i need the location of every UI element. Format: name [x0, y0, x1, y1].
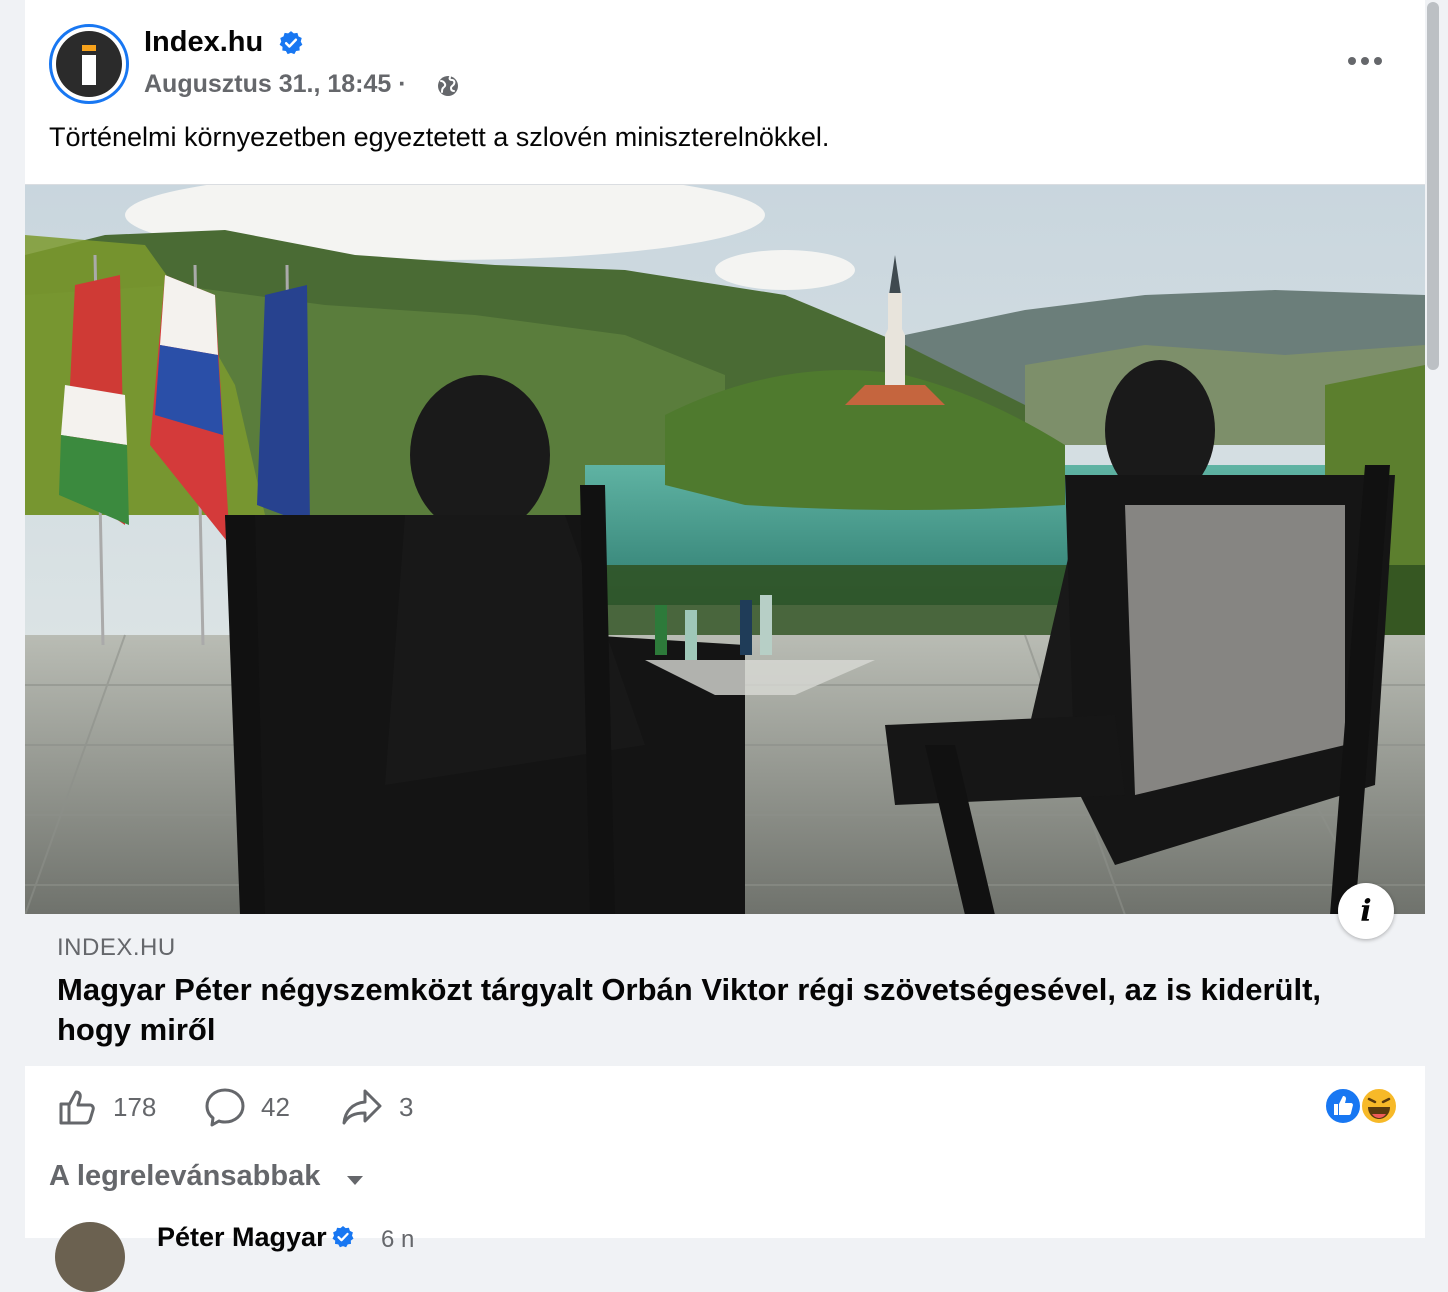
- link-title[interactable]: Magyar Péter négyszemközt tárgyalt Orbán…: [57, 970, 1337, 1050]
- verified-badge-icon: [279, 31, 303, 55]
- more-options-icon[interactable]: [1347, 54, 1383, 68]
- thumbs-up-icon: [59, 1090, 95, 1125]
- chevron-down-icon[interactable]: [345, 1174, 365, 1186]
- comment-sort-dropdown[interactable]: A legrelevánsabbak: [49, 1160, 320, 1193]
- post-card: Index.hu Augusztus 31., 18:45 · Történel…: [25, 0, 1439, 1292]
- timestamp-text[interactable]: Augusztus 31., 18:45: [144, 70, 391, 98]
- post-photo[interactable]: [25, 184, 1425, 915]
- comment-count: 42: [261, 1091, 290, 1122]
- scrollbar[interactable]: [1424, 0, 1442, 380]
- lake-bled-photo: [25, 185, 1425, 915]
- comment-button[interactable]: 42: [205, 1086, 290, 1128]
- globe-icon: [438, 76, 458, 96]
- share-arrow-icon: [342, 1089, 382, 1125]
- info-button[interactable]: i: [1338, 883, 1394, 939]
- post-timestamp[interactable]: Augusztus 31., 18:45 ·: [144, 70, 407, 99]
- comment-bubble-icon: [205, 1088, 245, 1127]
- like-button[interactable]: 178: [57, 1086, 156, 1128]
- like-count: 178: [113, 1091, 157, 1122]
- haha-reaction-icon: [1360, 1087, 1398, 1125]
- post-message: Történelmi környezetben egyeztetett a sz…: [49, 122, 830, 152]
- comment-timestamp[interactable]: 6 n: [381, 1226, 414, 1254]
- link-preview[interactable]: INDEX.HU Magyar Péter négyszemközt tárgy…: [25, 914, 1425, 1066]
- verified-badge-icon: [332, 1226, 354, 1248]
- like-reaction-icon: [1324, 1087, 1362, 1125]
- page-name-link[interactable]: Index.hu: [144, 26, 263, 59]
- link-domain: INDEX.HU: [57, 934, 176, 961]
- page-avatar[interactable]: [49, 24, 129, 104]
- reactions-summary[interactable]: [1323, 1086, 1403, 1126]
- share-button[interactable]: 3: [341, 1086, 413, 1128]
- share-count: 3: [399, 1091, 414, 1122]
- scrollbar-thumb[interactable]: [1427, 2, 1439, 370]
- comment-author-avatar[interactable]: [55, 1222, 125, 1292]
- index-logo-icon: [56, 31, 122, 97]
- meta-separator: ·: [398, 70, 407, 98]
